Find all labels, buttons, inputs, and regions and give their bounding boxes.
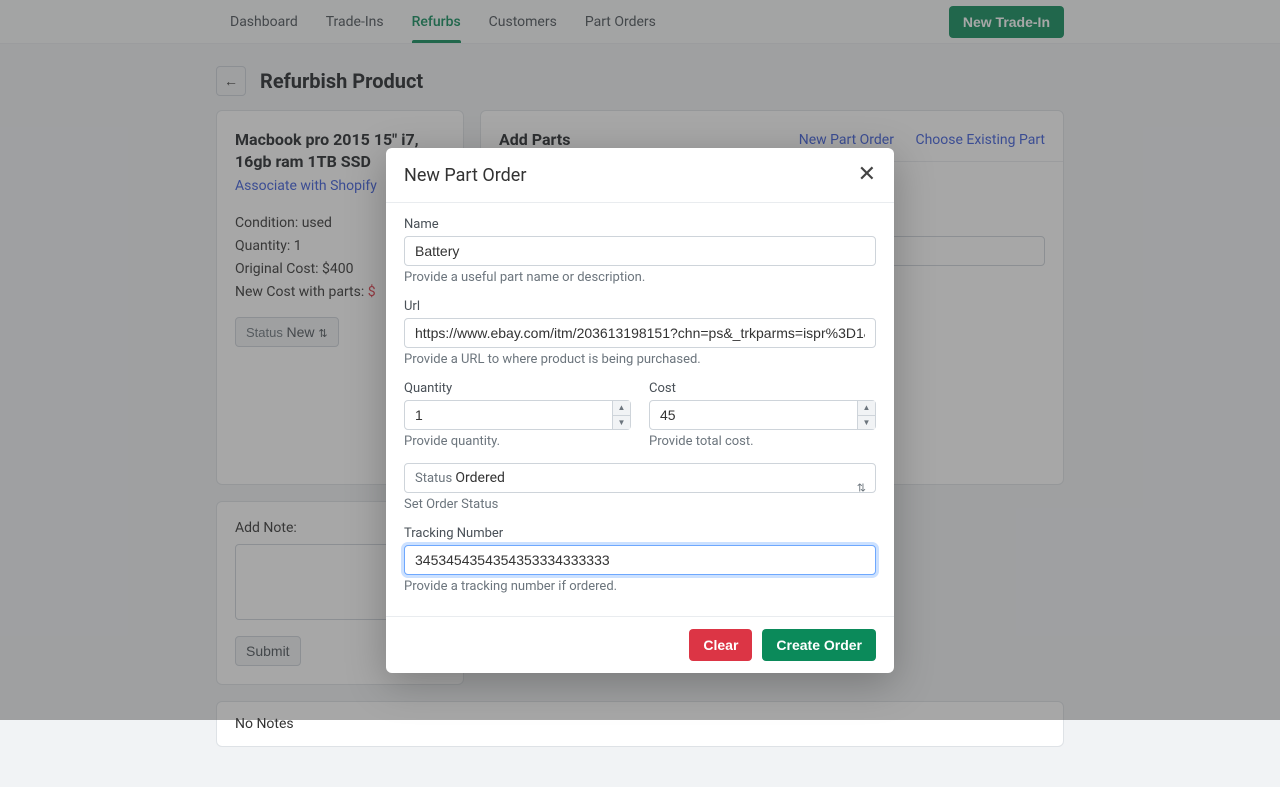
cost-stepper[interactable]: ▲▼	[857, 401, 875, 429]
url-input[interactable]	[404, 318, 876, 348]
tracking-help: Provide a tracking number if ordered.	[404, 579, 876, 594]
modal-overlay[interactable]: New Part Order ✕ Name Provide a useful p…	[0, 0, 1280, 720]
status-select[interactable]: Status Ordered	[404, 463, 876, 493]
close-icon[interactable]: ✕	[858, 164, 876, 186]
name-label: Name	[404, 217, 876, 232]
new-part-order-modal: New Part Order ✕ Name Provide a useful p…	[386, 148, 894, 673]
create-order-button[interactable]: Create Order	[762, 629, 876, 661]
cost-input[interactable]	[649, 400, 876, 430]
chevron-up-icon[interactable]: ▲	[858, 401, 875, 416]
status-help: Set Order Status	[404, 497, 876, 512]
clear-button[interactable]: Clear	[689, 629, 752, 661]
tracking-label: Tracking Number	[404, 526, 876, 541]
name-input[interactable]	[404, 236, 876, 266]
quantity-input[interactable]	[404, 400, 631, 430]
chevron-up-icon[interactable]: ▲	[613, 401, 630, 416]
cost-label: Cost	[649, 381, 876, 396]
chevron-down-icon[interactable]: ▼	[858, 416, 875, 430]
modal-title: New Part Order	[404, 165, 526, 186]
url-label: Url	[404, 299, 876, 314]
quantity-help: Provide quantity.	[404, 434, 631, 449]
name-help: Provide a useful part name or descriptio…	[404, 270, 876, 285]
url-help: Provide a URL to where product is being …	[404, 352, 876, 367]
cost-help: Provide total cost.	[649, 434, 876, 449]
tracking-input[interactable]	[404, 545, 876, 575]
quantity-stepper[interactable]: ▲▼	[612, 401, 630, 429]
quantity-label: Quantity	[404, 381, 631, 396]
chevron-down-icon[interactable]: ▼	[613, 416, 630, 430]
